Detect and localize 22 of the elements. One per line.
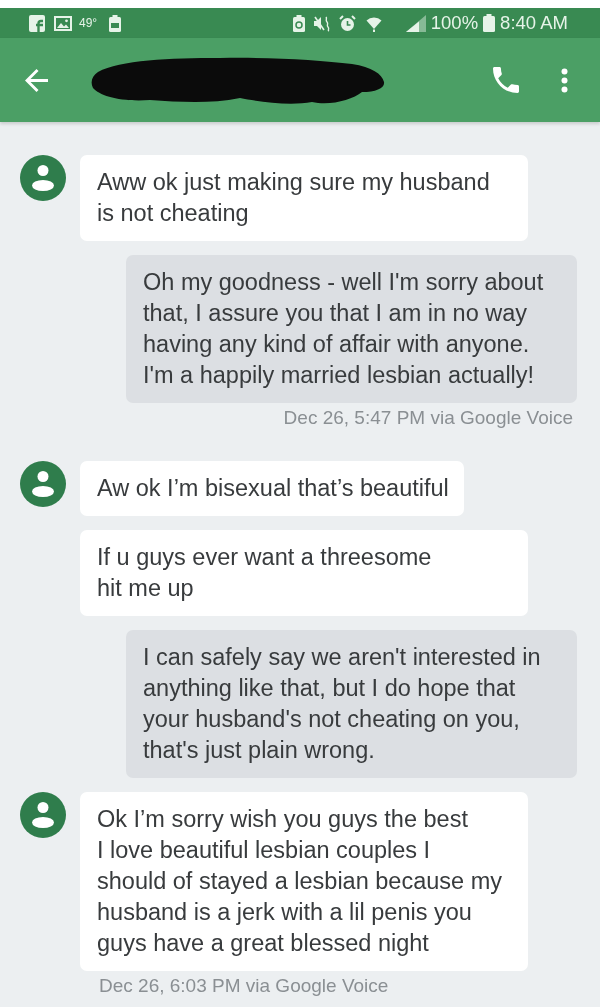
back-arrow-icon[interactable] bbox=[25, 68, 48, 92]
message-bubble: I can safely say we aren't interested in anything like that, but I do hope that your husband's not cheating on you, that's just plain wrong. bbox=[126, 630, 577, 778]
muted-speaker-icon bbox=[312, 14, 331, 32]
message-bubble: Aww ok just making sure my husband is not cheating bbox=[80, 155, 528, 241]
temperature-text: 49° bbox=[79, 16, 98, 30]
message-bubble: Aw ok I’m bisexual that’s beautiful bbox=[80, 461, 464, 516]
battery-icon bbox=[109, 14, 122, 32]
message-timestamp: Dec 26, 5:47 PM via Google Voice bbox=[283, 407, 573, 429]
message-bubble: Oh my goodness - well I'm sorry about that, I assure you that I am in no way having any kind of affair with anyone. I'm a happily married lesbian actually! bbox=[126, 255, 577, 403]
message-bubble: If u guys ever want a threesome hit me up bbox=[80, 530, 528, 616]
battery-icon bbox=[483, 14, 496, 32]
message-timestamp: Dec 26, 6:03 PM via Google Voice bbox=[99, 975, 389, 997]
signal-icon bbox=[405, 14, 426, 32]
alarm-clock-icon bbox=[338, 14, 356, 32]
image-icon bbox=[54, 15, 72, 31]
battery-percent-text: 100% bbox=[430, 12, 479, 34]
clock-time-text: 8:40 AM bbox=[500, 12, 568, 34]
f-square-icon bbox=[29, 14, 45, 32]
phone-icon[interactable] bbox=[493, 67, 519, 93]
more-menu-icon[interactable] bbox=[561, 67, 568, 93]
battery-ring-icon bbox=[292, 14, 305, 32]
message-bubble: Ok I’m sorry wish you guys the best I love beautiful lesbian couples I should of stayed a lesbian because my husband is a jerk with a lil penis you guys have a great blessed night bbox=[80, 792, 528, 971]
